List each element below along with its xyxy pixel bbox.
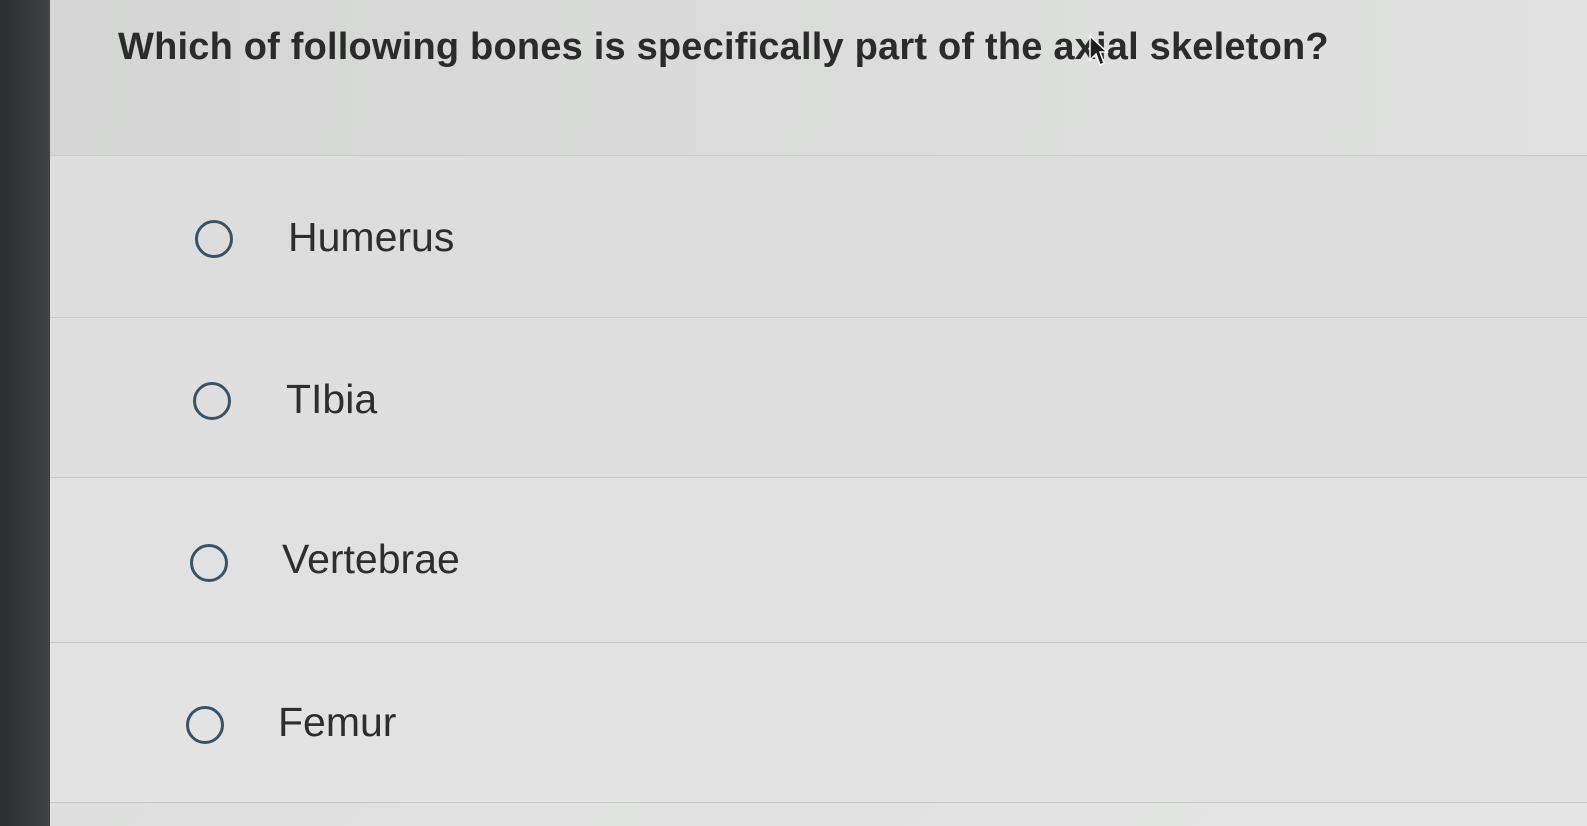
- answer-options: Humerus TIbia Vertebrae Femur: [50, 156, 1587, 803]
- option-humerus[interactable]: Humerus: [50, 156, 1587, 318]
- option-vertebrae[interactable]: Vertebrae: [50, 478, 1587, 643]
- option-tibia[interactable]: TIbia: [50, 318, 1587, 478]
- radio-unchecked-icon[interactable]: [193, 382, 231, 420]
- option-femur[interactable]: Femur: [50, 643, 1587, 803]
- option-label: Humerus: [288, 214, 455, 260]
- arrow-cursor-icon: [1089, 34, 1109, 67]
- radio-unchecked-icon[interactable]: [195, 220, 233, 258]
- quiz-screen: Which of following bones is specifically…: [50, 0, 1587, 826]
- question-text: Which of following bones is specifically…: [118, 26, 1329, 68]
- radio-unchecked-icon[interactable]: [186, 706, 224, 744]
- question-header: Which of following bones is specifically…: [50, 0, 1587, 156]
- option-label: TIbia: [286, 376, 378, 422]
- option-label: Femur: [278, 699, 397, 745]
- option-label: Vertebrae: [282, 536, 460, 582]
- radio-unchecked-icon[interactable]: [190, 544, 228, 582]
